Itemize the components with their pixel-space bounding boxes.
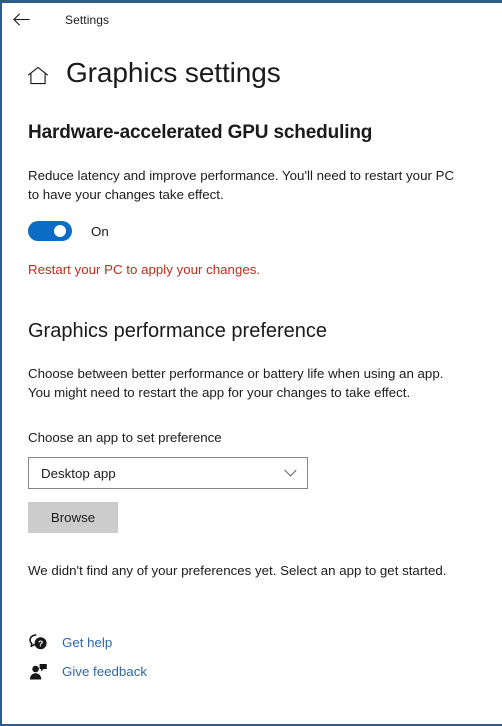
section-performance-preference: Graphics performance preference Choose b…: [28, 320, 482, 581]
svg-text:?: ?: [38, 638, 43, 648]
gpu-scheduling-toggle-label: On: [91, 223, 109, 239]
window-title: Settings: [65, 12, 110, 27]
page-title: Graphics settings: [66, 57, 281, 88]
performance-preference-description: Choose between better performance or bat…: [28, 365, 444, 401]
app-select-dropdown[interactable]: Desktop app: [28, 457, 308, 490]
section-gpu-scheduling: Hardware-accelerated GPU scheduling Redu…: [28, 122, 482, 280]
restart-warning-text: Restart your PC to apply your changes.: [28, 262, 261, 278]
help-question-bubble-icon: ?: [28, 632, 50, 654]
arrow-left-icon: [12, 13, 30, 26]
give-feedback-link[interactable]: Give feedback: [28, 657, 328, 686]
back-button[interactable]: [4, 5, 38, 35]
gpu-scheduling-description: Reduce latency and improve performance. …: [28, 167, 455, 203]
feedback-person-icon: [28, 661, 50, 683]
footer-links: ? Get help Give feedback: [28, 628, 328, 686]
get-help-link[interactable]: ? Get help: [28, 628, 328, 657]
gpu-scheduling-toggle[interactable]: [28, 221, 72, 242]
performance-preference-heading: Graphics performance preference: [28, 319, 328, 342]
choose-app-label: Choose an app to set preference: [28, 430, 222, 446]
chevron-down-icon: [283, 466, 297, 480]
home-icon[interactable]: [26, 64, 50, 88]
browse-button[interactable]: Browse: [28, 502, 118, 534]
title-bar: Settings: [2, 3, 502, 36]
give-feedback-label: Give feedback: [62, 664, 148, 679]
no-preferences-message: We didn't find any of your preferences y…: [28, 563, 447, 579]
gpu-scheduling-heading: Hardware-accelerated GPU scheduling: [28, 121, 373, 143]
gpu-scheduling-toggle-row: On: [28, 221, 482, 242]
toggle-knob: [54, 225, 66, 238]
page-header: Graphics settings: [2, 57, 502, 89]
settings-content: Hardware-accelerated GPU scheduling Redu…: [2, 122, 502, 581]
app-select-value: Desktop app: [41, 465, 116, 481]
get-help-label: Get help: [62, 635, 113, 650]
settings-window: Settings Graphics settings Hardware-acce…: [0, 0, 502, 726]
